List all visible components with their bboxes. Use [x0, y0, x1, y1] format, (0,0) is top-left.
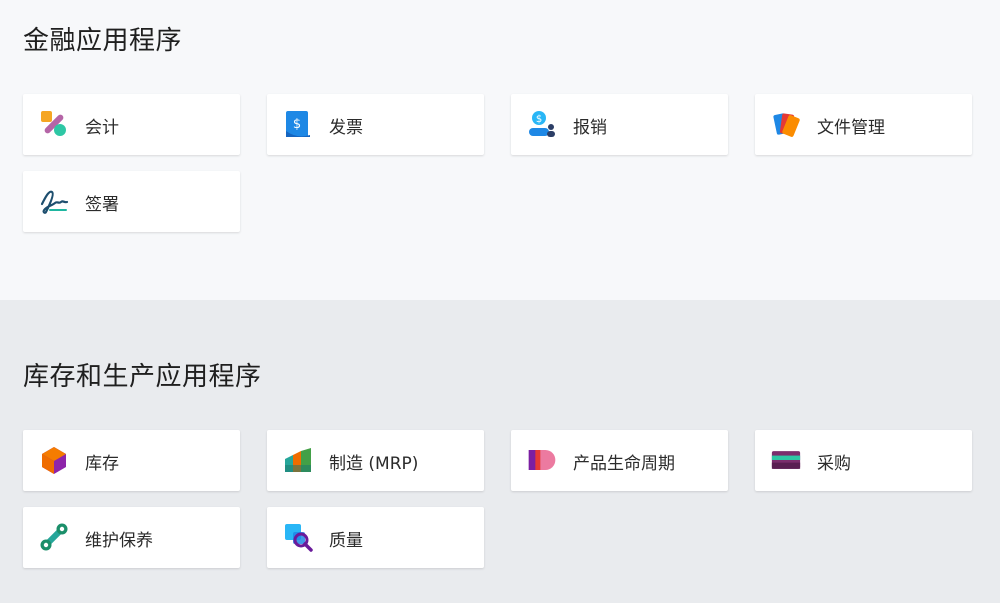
app-label-purchase: 采购	[817, 454, 851, 474]
accounting-icon	[39, 109, 69, 139]
finance-apps-section: 金融应用程序 会计 $ 发票 $ 报销 文件管理 签署	[0, 0, 1000, 300]
app-card-documents[interactable]: 文件管理	[755, 94, 972, 155]
purchase-icon	[771, 445, 801, 475]
signature-icon	[39, 186, 69, 216]
app-label-quality: 质量	[329, 531, 363, 551]
app-label-inventory: 库存	[85, 454, 119, 474]
app-label-plm: 产品生命周期	[573, 454, 675, 474]
app-label-sign: 签署	[85, 195, 119, 215]
maintenance-icon	[39, 522, 69, 552]
manufacturing-icon	[283, 445, 313, 475]
documents-icon	[771, 109, 801, 139]
svg-text:$: $	[536, 114, 542, 125]
app-label-invoicing: 发票	[329, 118, 363, 138]
app-card-invoicing[interactable]: $ 发票	[267, 94, 484, 155]
app-card-quality[interactable]: 质量	[267, 507, 484, 568]
inventory-section-title: 库存和生产应用程序	[23, 362, 262, 392]
app-card-purchase[interactable]: 采购	[755, 430, 972, 491]
invoice-icon: $	[283, 109, 313, 139]
app-label-expenses: 报销	[573, 118, 607, 138]
app-label-manufacturing: 制造 (MRP)	[329, 454, 419, 474]
app-card-plm[interactable]: 产品生命周期	[511, 430, 728, 491]
expense-icon: $	[527, 109, 557, 139]
app-label-documents: 文件管理	[817, 118, 885, 138]
app-card-maintenance[interactable]: 维护保养	[23, 507, 240, 568]
app-card-sign[interactable]: 签署	[23, 171, 240, 232]
app-label-maintenance: 维护保养	[85, 531, 153, 551]
quality-icon	[283, 522, 313, 552]
app-label-accounting: 会计	[85, 118, 119, 138]
app-card-manufacturing[interactable]: 制造 (MRP)	[267, 430, 484, 491]
finance-section-title: 金融应用程序	[23, 26, 183, 56]
inventory-apps-section: 库存和生产应用程序 库存 制造 (MRP) 产品生命周期 采购 维护保养 质量	[0, 300, 1000, 603]
svg-text:$: $	[293, 117, 301, 132]
app-card-accounting[interactable]: 会计	[23, 94, 240, 155]
app-card-expenses[interactable]: $ 报销	[511, 94, 728, 155]
plm-icon	[527, 445, 557, 475]
app-card-inventory[interactable]: 库存	[23, 430, 240, 491]
inventory-icon	[39, 445, 69, 475]
